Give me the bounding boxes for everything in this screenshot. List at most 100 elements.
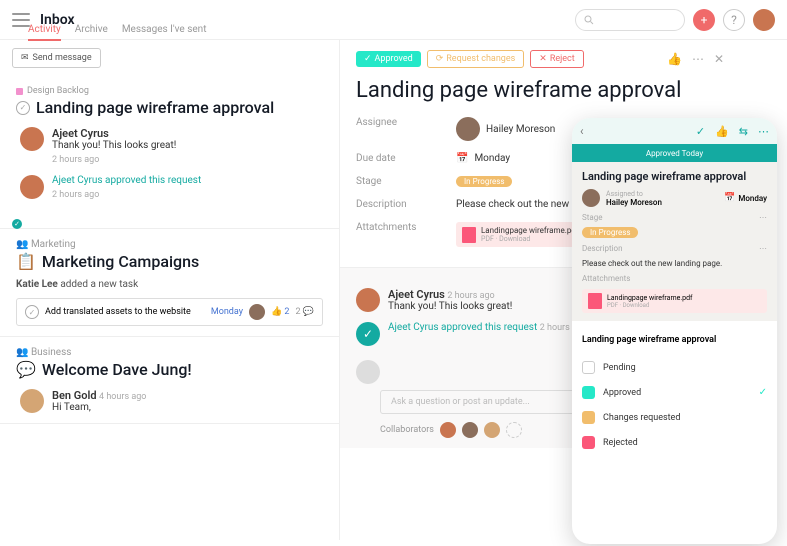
collaborator-avatar[interactable] — [462, 422, 478, 438]
field-label-attachments: Attatchments — [582, 274, 630, 283]
approved-badge-icon: ✓ — [12, 219, 22, 229]
avatar — [20, 175, 44, 199]
task-check-icon[interactable]: ✓ — [25, 305, 39, 319]
sheet-title: Landing page wireframe approval — [582, 335, 767, 345]
field-label-description: Description — [356, 199, 456, 210]
field-label-attachments: Attatchments — [356, 222, 456, 247]
more-icon[interactable]: ⋯ — [759, 213, 767, 222]
field-label-description: Description — [582, 244, 623, 253]
add-button[interactable]: + — [693, 9, 715, 31]
pdf-icon — [462, 227, 476, 243]
approval-activity: Ajeet Cyrus approved this request — [52, 175, 201, 186]
mobile-title: Landing page wireframe approval — [582, 170, 767, 183]
project-tag: 👥 Marketing — [16, 239, 323, 250]
changes-icon — [582, 411, 595, 424]
task-title: Landing page wireframe approval — [36, 98, 274, 117]
stage-pill[interactable]: In Progress — [456, 176, 512, 187]
more-icon[interactable]: ⋯ — [758, 125, 769, 138]
due-date-value[interactable]: 📅 Monday — [456, 153, 510, 164]
due-date-value[interactable]: Monday — [738, 194, 767, 203]
inbox-item[interactable]: 👥 Marketing 📋 Marketing Campaigns Katie … — [0, 229, 339, 337]
check-icon[interactable]: ✓ — [696, 125, 705, 138]
comment-text: Thank you! This looks great! — [52, 140, 176, 151]
like-count[interactable]: 👍 2 — [271, 307, 290, 317]
project-title: Marketing Campaigns — [42, 252, 199, 271]
attachment-name: Landingpage wireframe.pdf — [481, 226, 579, 235]
attachment-chip[interactable]: Landingpage wireframe.pdfPDF · Download — [456, 222, 585, 247]
comment-time: 4 hours ago — [99, 392, 146, 402]
collaborator-avatar[interactable] — [440, 422, 456, 438]
activity-text: added a new task — [60, 279, 138, 290]
stage-pill[interactable]: In Progress — [582, 227, 638, 238]
request-changes-button[interactable]: ⟳ Request changes — [427, 50, 525, 68]
comment-author: Ajeet Cyrus — [52, 127, 176, 140]
task-row[interactable]: ✓ Add translated assets to the website M… — [16, 298, 323, 326]
comment-author: Ben Gold — [52, 389, 97, 402]
approved-badge-icon: ✓ — [356, 322, 380, 346]
task-check-icon[interactable]: ✓ — [16, 101, 30, 115]
close-icon[interactable]: ✕ — [714, 52, 724, 66]
option-pending[interactable]: Pending — [582, 355, 767, 380]
user-avatar — [356, 360, 380, 384]
reject-button[interactable]: ✕ Reject — [530, 50, 583, 68]
avatar — [356, 288, 380, 312]
task-due: Monday — [211, 307, 243, 317]
send-message-button[interactable]: ✉ Send message — [12, 48, 101, 68]
back-icon[interactable]: ‹ — [580, 124, 584, 138]
comment-time: 2 hours ago — [52, 190, 201, 200]
comment-time: 2 hours ago — [447, 291, 494, 301]
pending-icon — [582, 361, 595, 374]
assignee-value[interactable]: Hailey Moreson — [456, 117, 555, 141]
option-approved[interactable]: Approved✓ — [582, 380, 767, 405]
attachment-chip[interactable]: Landingpage wireframe.pdfPDF · Download — [582, 289, 767, 313]
field-label-stage: Stage — [582, 213, 602, 222]
field-label-stage: Stage — [356, 176, 456, 187]
search-icon — [584, 15, 594, 25]
search-input[interactable] — [575, 9, 685, 31]
description-value: Please check out the new landing page. — [582, 259, 767, 268]
subtask-icon[interactable]: ⇆ — [739, 125, 748, 138]
add-collaborator-button[interactable] — [506, 422, 522, 438]
conversation-title: Welcome Dave Jung! — [42, 360, 192, 379]
comment-text: Thank you! This looks great! — [388, 301, 512, 312]
inbox-item[interactable]: Design Backlog ✓ Landing page wireframe a… — [0, 76, 339, 229]
field-label-assignee: Assigned to — [606, 190, 662, 198]
avatar — [20, 127, 44, 151]
user-avatar[interactable] — [753, 9, 775, 31]
more-icon[interactable]: ⋯ — [692, 52, 704, 66]
option-rejected[interactable]: Rejected — [582, 430, 767, 455]
task-name: Add translated assets to the website — [45, 307, 191, 317]
tab-messages-sent[interactable]: Messages I've sent — [122, 24, 207, 41]
mobile-preview: ‹ ✓ 👍 ⇆ ⋯ Approved Today Landing page wi… — [572, 118, 777, 544]
assignee-value[interactable]: Hailey Moreson — [606, 198, 662, 207]
more-icon[interactable]: ⋯ — [759, 244, 767, 253]
approved-icon — [582, 386, 595, 399]
avatar — [20, 389, 44, 413]
comment-time: 2 hours ago — [52, 155, 176, 165]
comment-author: Ajeet Cyrus — [388, 288, 445, 301]
project-tag: 👥 Business — [16, 347, 323, 358]
rejected-icon — [582, 436, 595, 449]
project-tag: Design Backlog — [16, 86, 323, 96]
attachment-meta: PDF · Download — [607, 302, 692, 309]
assignee-avatar — [249, 304, 265, 320]
attachment-meta: PDF · Download — [481, 235, 579, 243]
avatar — [582, 189, 600, 207]
tab-archive[interactable]: Archive — [75, 24, 108, 41]
approved-button[interactable]: ✓ Approved — [356, 51, 421, 67]
avatar — [456, 117, 480, 141]
approval-activity: Ajeet Cyrus approved this request — [388, 322, 537, 333]
help-button[interactable]: ? — [723, 9, 745, 31]
like-icon[interactable]: 👍 — [667, 52, 682, 66]
collaborator-avatar[interactable] — [484, 422, 500, 438]
detail-title: Landing page wireframe approval — [356, 78, 724, 103]
field-label-due: Due date — [356, 153, 456, 164]
inbox-item[interactable]: 👥 Business 💬 Welcome Dave Jung! Ben Gold… — [0, 337, 339, 424]
comment-text: Hi Team, — [52, 402, 146, 413]
comment-count[interactable]: 2 💬 — [295, 307, 314, 317]
tab-activity[interactable]: Activity — [28, 24, 61, 41]
option-changes[interactable]: Changes requested — [582, 405, 767, 430]
activity-author: Katie Lee — [16, 279, 58, 290]
attachment-name: Landingpage wireframe.pdf — [607, 294, 692, 302]
like-icon[interactable]: 👍 — [715, 125, 729, 138]
